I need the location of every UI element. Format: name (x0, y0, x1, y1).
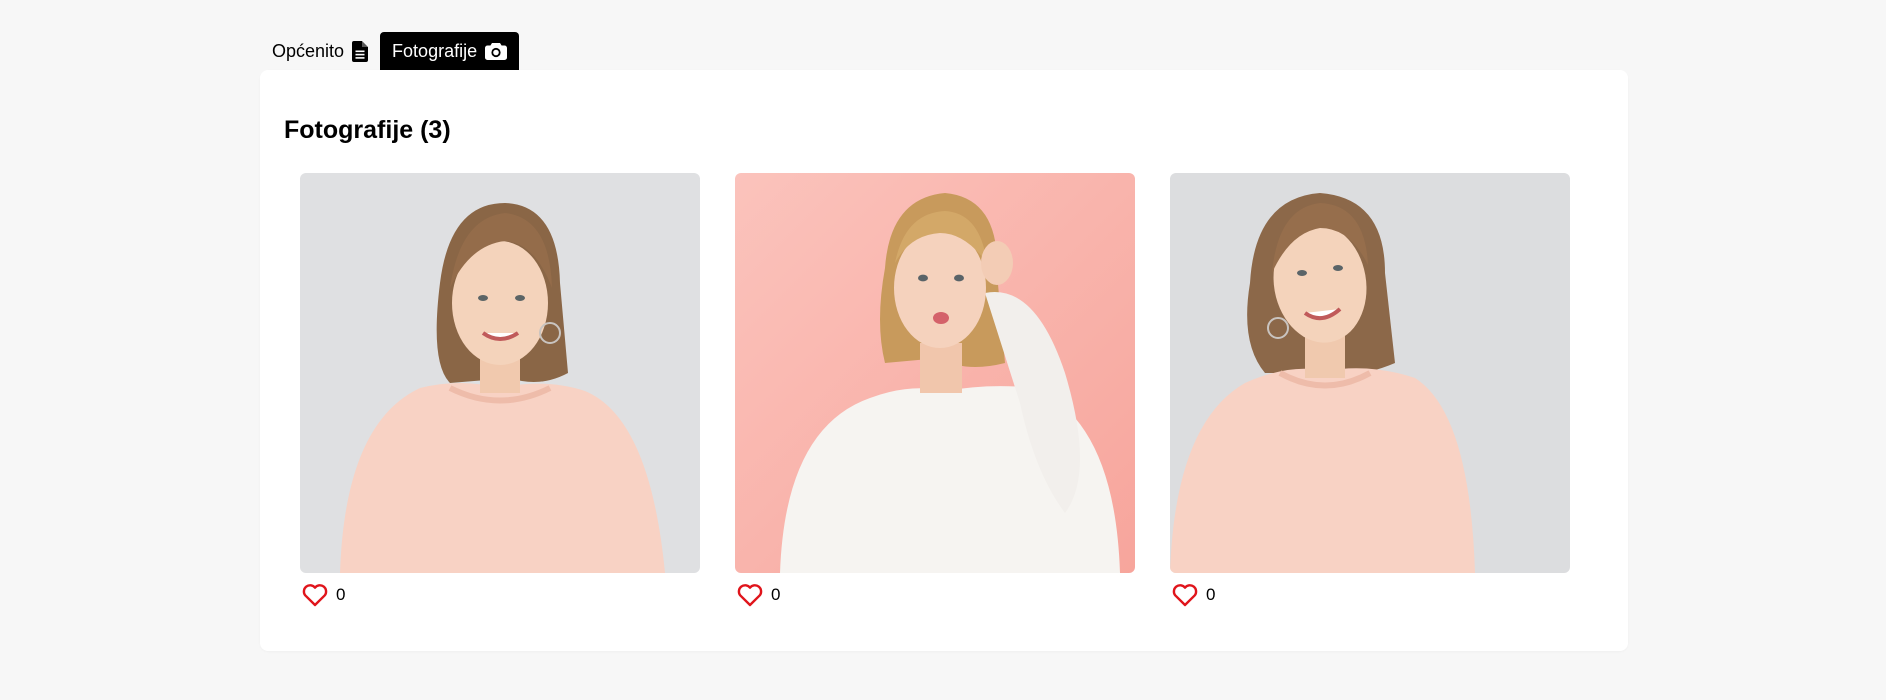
camera-icon (485, 42, 508, 60)
tab-general-label: Općenito (272, 40, 345, 61)
tab-photos-label: Fotografije (392, 40, 478, 61)
photo-card: 0 (1170, 173, 1570, 608)
document-icon (352, 40, 369, 62)
section-title: Fotografije (3) (284, 116, 451, 144)
like-count: 0 (771, 585, 781, 604)
photo[interactable] (735, 173, 1135, 573)
photo-card: 0 (300, 173, 700, 608)
heart-icon[interactable] (302, 583, 328, 607)
heart-icon[interactable] (1172, 583, 1198, 607)
likes-row: 0 (735, 582, 1135, 608)
photo-gallery: 0 0 0 (300, 173, 1570, 608)
tab-photos[interactable]: Fotografije (380, 32, 520, 70)
heart-icon[interactable] (737, 583, 763, 607)
likes-row: 0 (300, 582, 700, 608)
likes-row: 0 (1170, 582, 1570, 608)
like-count: 0 (336, 585, 346, 604)
like-count: 0 (1206, 585, 1216, 604)
photo[interactable] (1170, 173, 1570, 573)
tab-bar: Općenito Fotografije (260, 32, 520, 70)
photo[interactable] (300, 173, 700, 573)
photo-card: 0 (735, 173, 1135, 608)
photos-panel: Fotografije (3) 0 0 0 (260, 70, 1628, 651)
tab-general[interactable]: Općenito (260, 32, 380, 70)
